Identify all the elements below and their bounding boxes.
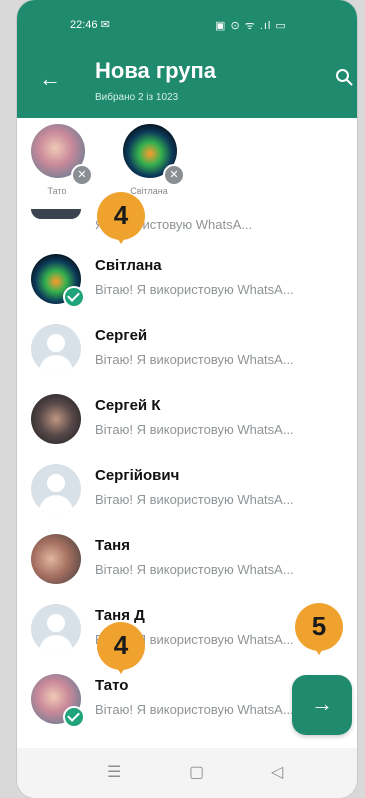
step-badge-4-lower: 4 — [97, 622, 145, 674]
contact-name: Сергей К — [95, 397, 161, 414]
contact-name: Сергей — [95, 327, 148, 344]
contact-name: Таня — [95, 537, 130, 554]
contact-name: Світлана — [95, 257, 162, 274]
system-nav-bar: ☰ ▢ ◁ — [17, 748, 357, 798]
avatar — [31, 534, 81, 584]
selected-count: Вибрано 2 із 1023 — [95, 92, 179, 103]
next-button[interactable]: → — [292, 675, 352, 735]
default-avatar-icon — [31, 324, 81, 374]
avatar — [31, 394, 81, 444]
back-arrow-icon[interactable]: ← — [39, 68, 61, 90]
app-header: 22:46 ✉ ▣ ⊙ ᯤ .ıl ▭ ← Нова група Вибрано… — [17, 0, 357, 118]
list-item[interactable]: Таня Вітаю! Я використовую WhatsA... — [17, 525, 357, 595]
contact-status: Вітаю! Я використовую WhatsA... — [95, 562, 294, 577]
phone-screen: 22:46 ✉ ▣ ⊙ ᯤ .ıl ▭ ← Нова група Вибрано… — [17, 0, 357, 798]
avatar — [31, 209, 81, 219]
contact-name: Тато — [95, 677, 129, 694]
page-title: Нова група — [95, 58, 216, 83]
contact-status: Вітаю! Я використовую WhatsA... — [95, 282, 294, 297]
status-time: 22:46 ✉ — [70, 19, 110, 31]
list-item[interactable]: Сергей Вітаю! Я використовую WhatsA... — [17, 315, 357, 385]
search-icon[interactable] — [335, 68, 353, 86]
check-icon — [63, 706, 85, 728]
step-badge-5: 5 — [295, 603, 343, 655]
default-avatar-icon — [31, 464, 81, 514]
recent-apps-icon[interactable]: ☰ — [107, 762, 121, 782]
list-item[interactable]: Сергей К Вітаю! Я використовую WhatsA... — [17, 385, 357, 455]
contact-status: Вітаю! Я використовую WhatsA... — [95, 492, 294, 507]
check-icon — [63, 286, 85, 308]
contact-name: Сергійович — [95, 467, 180, 484]
contact-status: Вітаю! Я використовую WhatsA... — [95, 422, 294, 437]
default-avatar-icon — [31, 604, 81, 654]
list-item[interactable]: Світлана Вітаю! Я використовую WhatsA... — [17, 245, 357, 315]
home-icon[interactable]: ▢ — [189, 762, 204, 782]
status-icons: ▣ ⊙ ᯤ .ıl ▭ — [215, 20, 287, 32]
contact-status: Вітаю! Я використовую WhatsA... — [95, 352, 294, 367]
step-badge-4: 4 — [97, 192, 145, 244]
list-item[interactable]: Сергійович Вітаю! Я використовую WhatsA.… — [17, 455, 357, 525]
nav-back-icon[interactable]: ◁ — [271, 762, 283, 782]
remove-icon[interactable]: ✕ — [71, 164, 93, 186]
remove-icon[interactable]: ✕ — [163, 164, 185, 186]
status-bar: 22:46 ✉ ▣ ⊙ ᯤ .ıl ▭ — [17, 16, 357, 36]
